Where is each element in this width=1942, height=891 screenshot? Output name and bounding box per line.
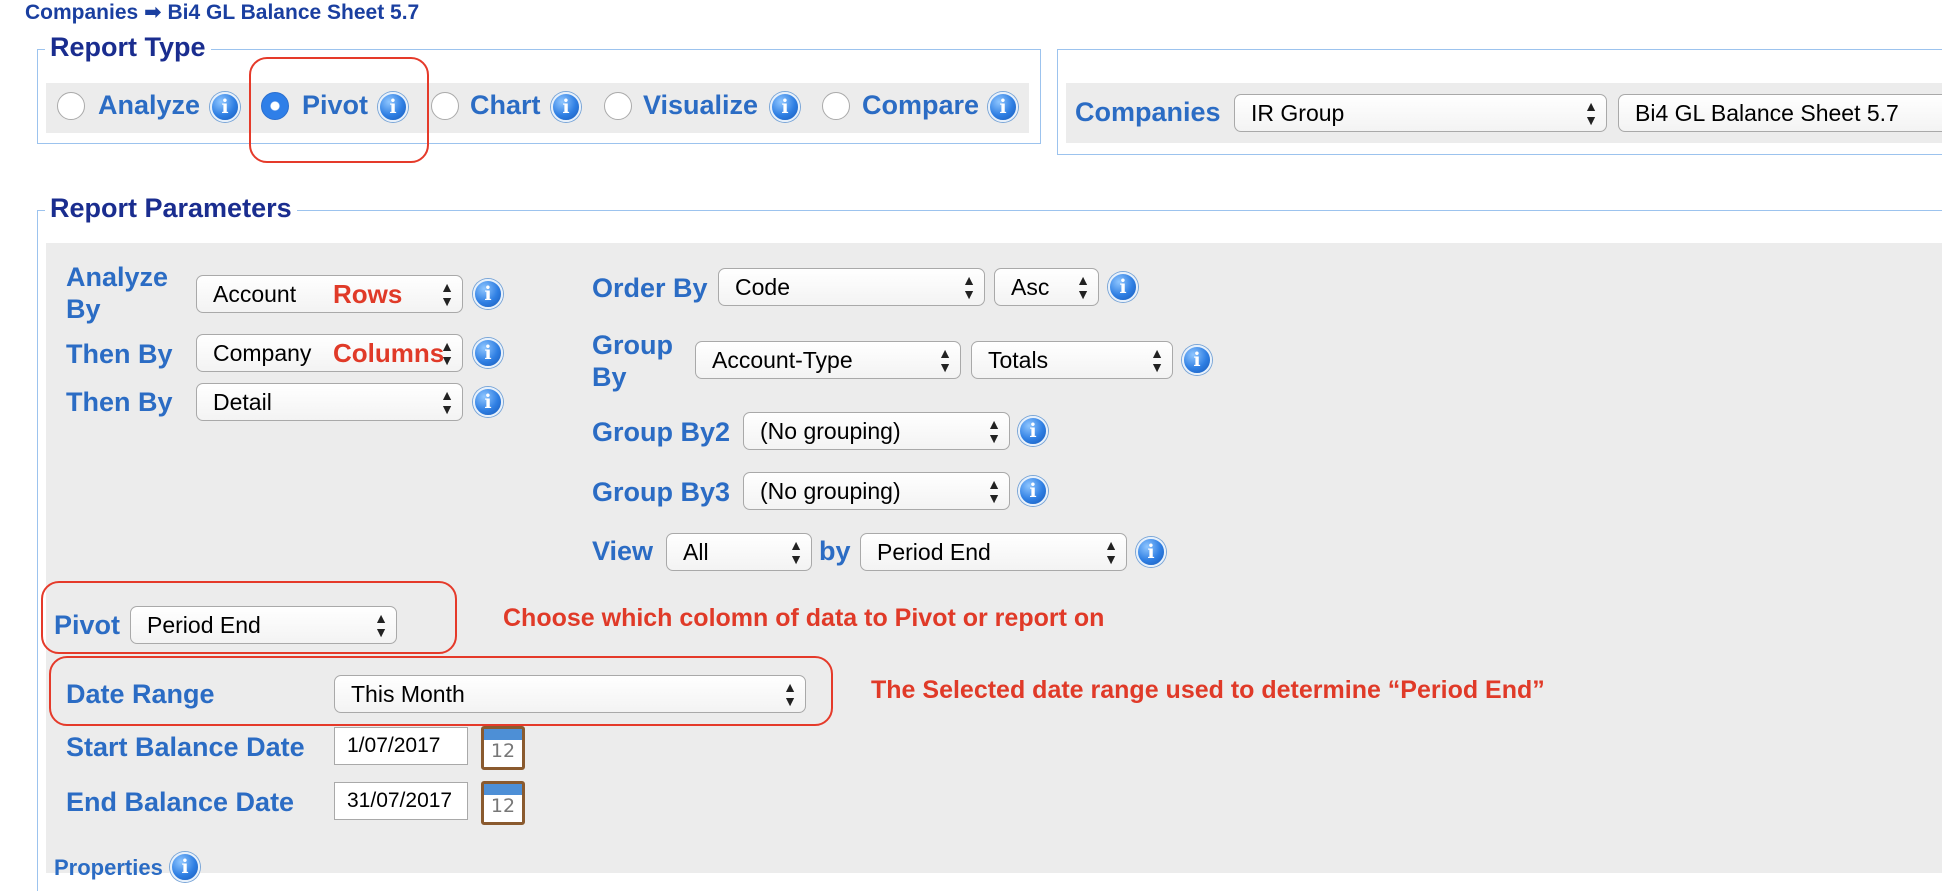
report-parameters-legend: Report Parameters — [45, 193, 297, 224]
then-by-2-label: Then By — [66, 387, 173, 417]
report-select[interactable]: Bi4 GL Balance Sheet 5.7 — [1618, 94, 1942, 132]
info-icon[interactable]: i — [473, 279, 503, 309]
up-down-arrows-icon: ▲ ▼ — [938, 345, 952, 375]
group-by-label-line1: Group — [592, 330, 673, 360]
info-icon[interactable]: i — [988, 92, 1018, 122]
then-by-1-label: Then By — [66, 339, 173, 369]
breadcrumb-arrow-icon: ➡ — [144, 1, 162, 24]
info-icon[interactable]: i — [1018, 416, 1048, 446]
company-group-value: IR Group — [1251, 100, 1345, 126]
group-by-mode-value: Totals — [988, 347, 1049, 373]
breadcrumb-current: Bi4 GL Balance Sheet 5.7 — [167, 1, 420, 24]
start-date-input[interactable]: 1/07/2017 — [334, 727, 468, 765]
properties-label: Properties — [54, 855, 163, 880]
date-range-annotation: The Selected date range used to determin… — [871, 676, 1545, 704]
analyze-by-label-line2: By — [66, 294, 101, 324]
end-date-input[interactable]: 31/07/2017 — [334, 782, 468, 820]
info-icon[interactable]: i — [551, 92, 581, 122]
report-select-value: Bi4 GL Balance Sheet 5.7 — [1635, 100, 1899, 126]
rows-annotation: Rows — [333, 279, 403, 309]
info-icon[interactable]: i — [473, 338, 503, 368]
up-down-arrows-icon: ▲ ▼ — [1150, 345, 1164, 375]
info-icon[interactable]: i — [473, 387, 503, 417]
report-type-legend: Report Type — [45, 32, 211, 63]
up-down-arrows-icon: ▲ ▼ — [440, 279, 454, 309]
date-range-highlight — [49, 656, 833, 726]
up-down-arrows-icon: ▲ ▼ — [789, 537, 803, 567]
view-by-select[interactable]: Period End ▲ ▼ — [860, 533, 1127, 571]
report-type-visualize-label[interactable]: Visualize — [643, 89, 758, 121]
group-by-label-line2: By — [592, 362, 627, 392]
up-down-arrows-icon: ▲ ▼ — [962, 272, 976, 302]
order-direction-value: Asc — [1011, 274, 1050, 300]
calendar-icon[interactable]: 12 — [481, 726, 525, 770]
order-by-select[interactable]: Code ▲ ▼ — [718, 268, 985, 306]
radio-visualize[interactable] — [604, 92, 632, 120]
company-group-select[interactable]: IR Group ▲ ▼ — [1234, 94, 1607, 132]
analyze-by-select[interactable]: Account ▲ ▼ — [196, 275, 463, 313]
radio-compare[interactable] — [822, 92, 850, 120]
info-icon[interactable]: i — [1182, 345, 1212, 375]
group-by3-label: Group By3 — [592, 477, 731, 507]
info-icon[interactable]: i — [1018, 476, 1048, 506]
end-date-label: End Balance Date — [66, 787, 295, 817]
up-down-arrows-icon: ▲ ▼ — [987, 476, 1001, 506]
report-type-compare-label[interactable]: Compare — [862, 89, 979, 121]
companies-label: Companies — [1075, 97, 1221, 127]
group-by3-select[interactable]: (No grouping) ▲ ▼ — [743, 472, 1010, 510]
order-by-value: Code — [735, 274, 790, 300]
analyze-by-label: Analyze By — [66, 261, 168, 325]
info-icon[interactable]: i — [1108, 272, 1138, 302]
analyze-by-label-line1: Analyze — [66, 262, 169, 292]
radio-analyze[interactable] — [57, 92, 85, 120]
calendar-day: 12 — [490, 795, 516, 817]
then-by-2-select[interactable]: Detail ▲ ▼ — [196, 383, 463, 421]
up-down-arrows-icon: ▲ ▼ — [440, 387, 454, 417]
view-label: View — [592, 536, 654, 566]
order-direction-select[interactable]: Asc ▲ ▼ — [994, 268, 1099, 306]
then-by-1-value: Company — [213, 340, 312, 366]
radio-chart[interactable] — [431, 92, 459, 120]
start-date-label: Start Balance Date — [66, 732, 305, 762]
group-by3-value: (No grouping) — [760, 478, 901, 504]
up-down-arrows-icon: ▲ ▼ — [1104, 537, 1118, 567]
group-by-value: Account-Type — [712, 347, 853, 373]
group-by-mode-select[interactable]: Totals ▲ ▼ — [971, 341, 1173, 379]
up-down-arrows-icon: ▲ ▼ — [1584, 98, 1598, 128]
info-icon[interactable]: i — [1136, 537, 1166, 567]
pivot-highlight — [249, 57, 429, 163]
view-by-value: Period End — [877, 539, 991, 565]
up-down-arrows-icon: ▲ ▼ — [1076, 272, 1090, 302]
view-by-label: by — [819, 536, 851, 566]
group-by2-select[interactable]: (No grouping) ▲ ▼ — [743, 412, 1010, 450]
info-icon[interactable]: i — [770, 92, 800, 122]
pivot-annotation: Choose which colomn of data to Pivot or … — [503, 604, 1105, 632]
calendar-day: 12 — [490, 740, 516, 762]
columns-annotation: Columns — [333, 338, 445, 368]
view-value: All — [683, 539, 709, 565]
then-by-2-value: Detail — [213, 389, 272, 415]
pivot-select-highlight — [41, 581, 457, 654]
up-down-arrows-icon: ▲ ▼ — [987, 416, 1001, 446]
group-by-label: Group By — [592, 329, 673, 393]
report-type-analyze-label[interactable]: Analyze — [98, 89, 200, 121]
view-select[interactable]: All ▲ ▼ — [666, 533, 812, 571]
group-by-select[interactable]: Account-Type ▲ ▼ — [695, 341, 961, 379]
calendar-icon[interactable]: 12 — [481, 781, 525, 825]
group-by2-label: Group By2 — [592, 417, 731, 447]
breadcrumb: Companies ➡ Bi4 GL Balance Sheet 5.7 — [25, 0, 419, 25]
group-by2-value: (No grouping) — [760, 418, 901, 444]
report-type-chart-label[interactable]: Chart — [470, 89, 541, 121]
breadcrumb-companies-link[interactable]: Companies — [25, 1, 138, 24]
info-icon[interactable]: i — [210, 92, 240, 122]
analyze-by-value: Account — [213, 281, 297, 307]
info-icon[interactable]: i — [170, 852, 200, 882]
order-by-label: Order By — [592, 273, 708, 303]
